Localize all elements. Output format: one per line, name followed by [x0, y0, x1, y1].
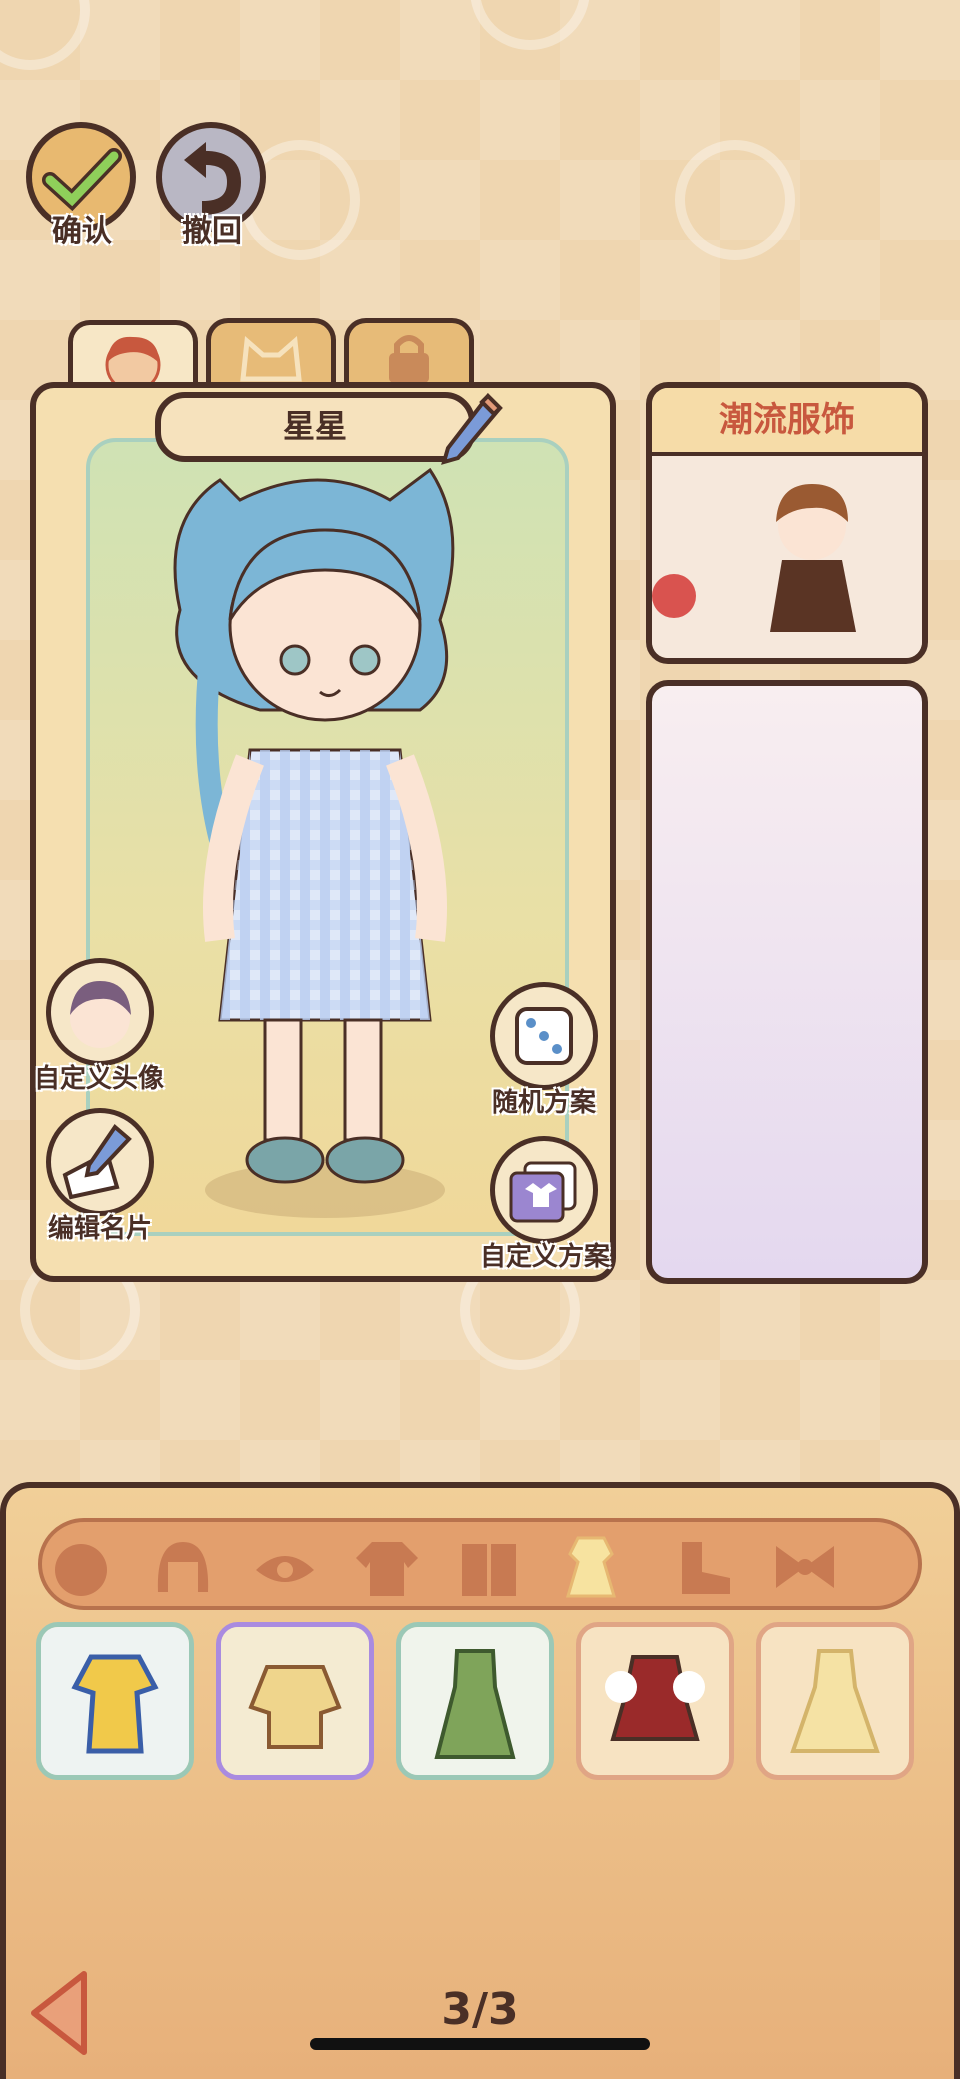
tab-locked[interactable] [344, 318, 474, 388]
custom-plan-label: 自定义方案 [480, 1242, 611, 1272]
custom-avatar-label: 自定义头像 [34, 1064, 165, 1094]
clothing-item[interactable] [576, 1622, 734, 1780]
home-indicator [310, 2038, 650, 2050]
edit-card-button[interactable] [46, 1108, 154, 1216]
event-card[interactable]: 潮流服饰 [646, 382, 928, 664]
outfit-blue-yellow [41, 1627, 189, 1775]
random-plan-label: 随机方案 [492, 1088, 597, 1118]
edit-card-icon [62, 1124, 132, 1200]
dice-icon [515, 1007, 573, 1065]
random-plan-button[interactable] [490, 982, 598, 1090]
shoe-icon[interactable] [668, 1532, 738, 1602]
coat-icon[interactable] [454, 1532, 524, 1602]
side-preview-panel [646, 680, 928, 1284]
previous-page-arrow-icon[interactable] [26, 1968, 92, 2058]
clothing-item[interactable] [756, 1622, 914, 1780]
outfit-red-pinafore [605, 1655, 705, 1741]
clothing-item[interactable] [36, 1622, 194, 1780]
hair-icon[interactable] [148, 1532, 218, 1602]
character-name[interactable]: 星星 [155, 392, 475, 462]
edit-card-label: 编辑名片 [48, 1214, 153, 1244]
head-icon[interactable] [46, 1532, 116, 1602]
outfit-gingham-dress [790, 1649, 880, 1753]
sun-decoration [0, 0, 90, 70]
event-artwork [652, 456, 922, 658]
pencil-icon[interactable] [438, 388, 508, 468]
clothing-item[interactable] [396, 1622, 554, 1780]
sun-decoration [470, 0, 590, 50]
clothes-cards-icon [509, 1161, 577, 1223]
eye-icon[interactable] [250, 1532, 320, 1602]
avatar-icon [70, 981, 131, 1048]
shirt-icon[interactable] [352, 1532, 422, 1602]
tab-pet[interactable] [206, 318, 336, 388]
page-indicator: 3/3 [441, 1984, 519, 2035]
bow-icon[interactable] [770, 1532, 840, 1602]
sun-decoration [675, 140, 795, 260]
character-figure [173, 467, 455, 1218]
event-title: 潮流服饰 [652, 388, 922, 456]
clothing-item[interactable] [216, 1622, 374, 1780]
confirm-label: 确认 [52, 214, 112, 249]
custom-avatar-button[interactable] [46, 958, 154, 1066]
undo-label: 撤回 [182, 214, 242, 249]
outfit-yellow-brown [221, 1627, 369, 1775]
outfit-green-dress [401, 1627, 549, 1775]
dress-icon[interactable] [556, 1532, 626, 1602]
custom-plan-button[interactable] [490, 1136, 598, 1244]
